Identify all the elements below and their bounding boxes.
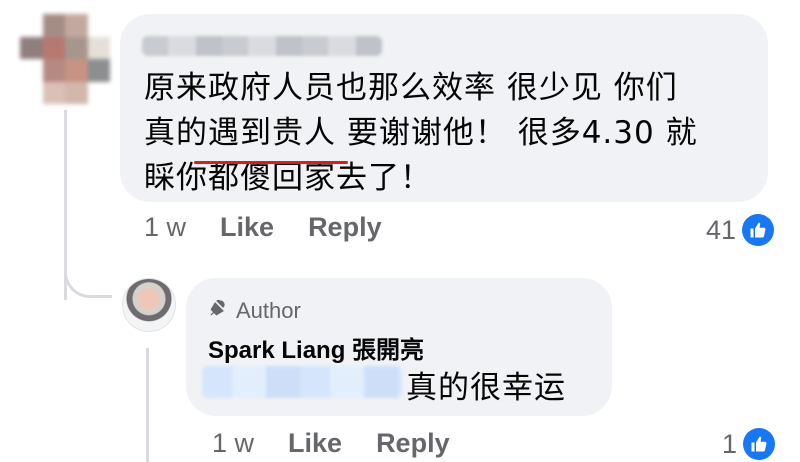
thread-connector xyxy=(64,250,112,298)
reply-bubble: Author Spark Liang 張開亮 真的很幸运 xyxy=(186,278,612,416)
microphone-icon xyxy=(208,298,228,324)
author-badge: Author xyxy=(208,298,301,324)
comment-bubble: 原来政府人员也那么效率 很少见 你们 真的遇到贵人 要谢谢他！ 很多4.30 就… xyxy=(120,14,768,202)
reply-thread-line xyxy=(146,348,149,462)
author-label: Author xyxy=(236,298,301,323)
like-button[interactable]: Like xyxy=(220,212,274,243)
blurred-commenter-name[interactable] xyxy=(142,36,382,56)
reply-avatar[interactable] xyxy=(122,278,176,332)
reply-reaction-count: 1 xyxy=(722,428,738,459)
reply-reply-button[interactable]: Reply xyxy=(376,428,450,459)
reply-text: 真的很幸运 xyxy=(406,370,566,406)
reply-like-button[interactable]: Like xyxy=(288,428,342,459)
reply-button[interactable]: Reply xyxy=(308,212,382,243)
thumbs-up-icon xyxy=(743,428,776,460)
reply-actions: 1 w Like Reply xyxy=(212,428,484,459)
commenter-avatar[interactable] xyxy=(20,14,110,104)
blurred-mention[interactable] xyxy=(202,366,402,398)
comment-time[interactable]: 1 w xyxy=(144,212,186,243)
reply-reaction-summary[interactable]: 1 xyxy=(722,428,776,460)
thumbs-up-icon xyxy=(742,214,775,246)
reaction-count: 41 xyxy=(706,214,737,245)
reply-time[interactable]: 1 w xyxy=(212,428,254,459)
text-underline xyxy=(194,161,348,164)
comment-actions: 1 w Like Reply xyxy=(144,212,416,243)
reply-author-name[interactable]: Spark Liang 張開亮 xyxy=(208,330,424,365)
reaction-summary[interactable]: 41 xyxy=(706,214,775,246)
comment-text: 原来政府人员也那么效率 很少见 你们 真的遇到贵人 要谢谢他！ 很多4.30 就… xyxy=(144,70,698,196)
